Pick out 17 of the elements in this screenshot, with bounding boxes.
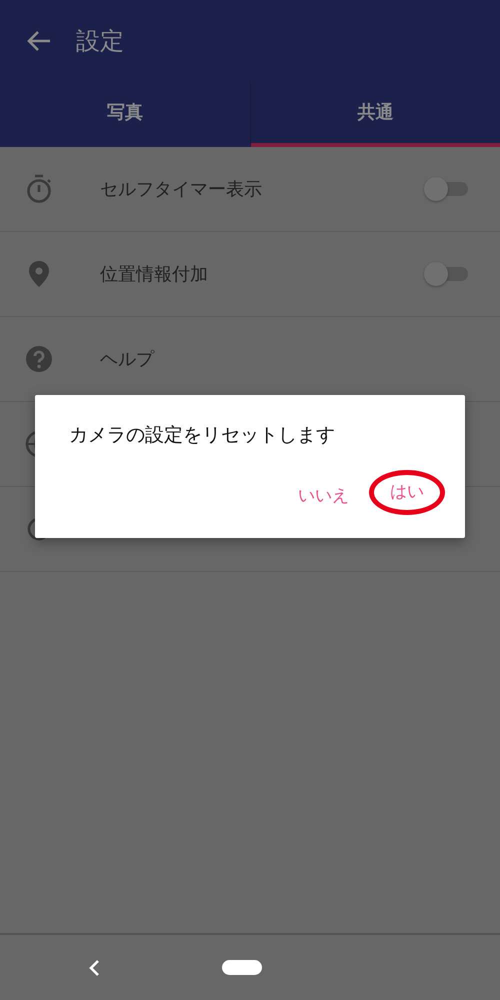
screen-title: 設定 [76,26,124,57]
tab[interactable]: 写真 [0,82,250,147]
dialog-button[interactable]: はい [369,470,445,515]
back-chevron-icon[interactable] [88,958,102,976]
setting-label[interactable]: セルフタイマー表示 [100,176,424,202]
toggle-switch[interactable] [424,177,470,201]
help-icon [25,345,53,373]
toggle-switch[interactable] [424,262,470,286]
dialog-button[interactable]: いいえ [288,478,359,515]
home-pill-icon[interactable] [222,960,262,975]
setting-label[interactable]: 位置情報付加 [100,260,424,288]
dialog-message: カメラの設定をリセットします [69,423,336,448]
back-arrow-icon[interactable] [26,30,52,52]
location-pin-icon [28,260,50,288]
tab[interactable]: 共通 [250,82,500,147]
setting-label[interactable]: ヘルプ [100,346,470,372]
stopwatch-icon [25,174,53,204]
